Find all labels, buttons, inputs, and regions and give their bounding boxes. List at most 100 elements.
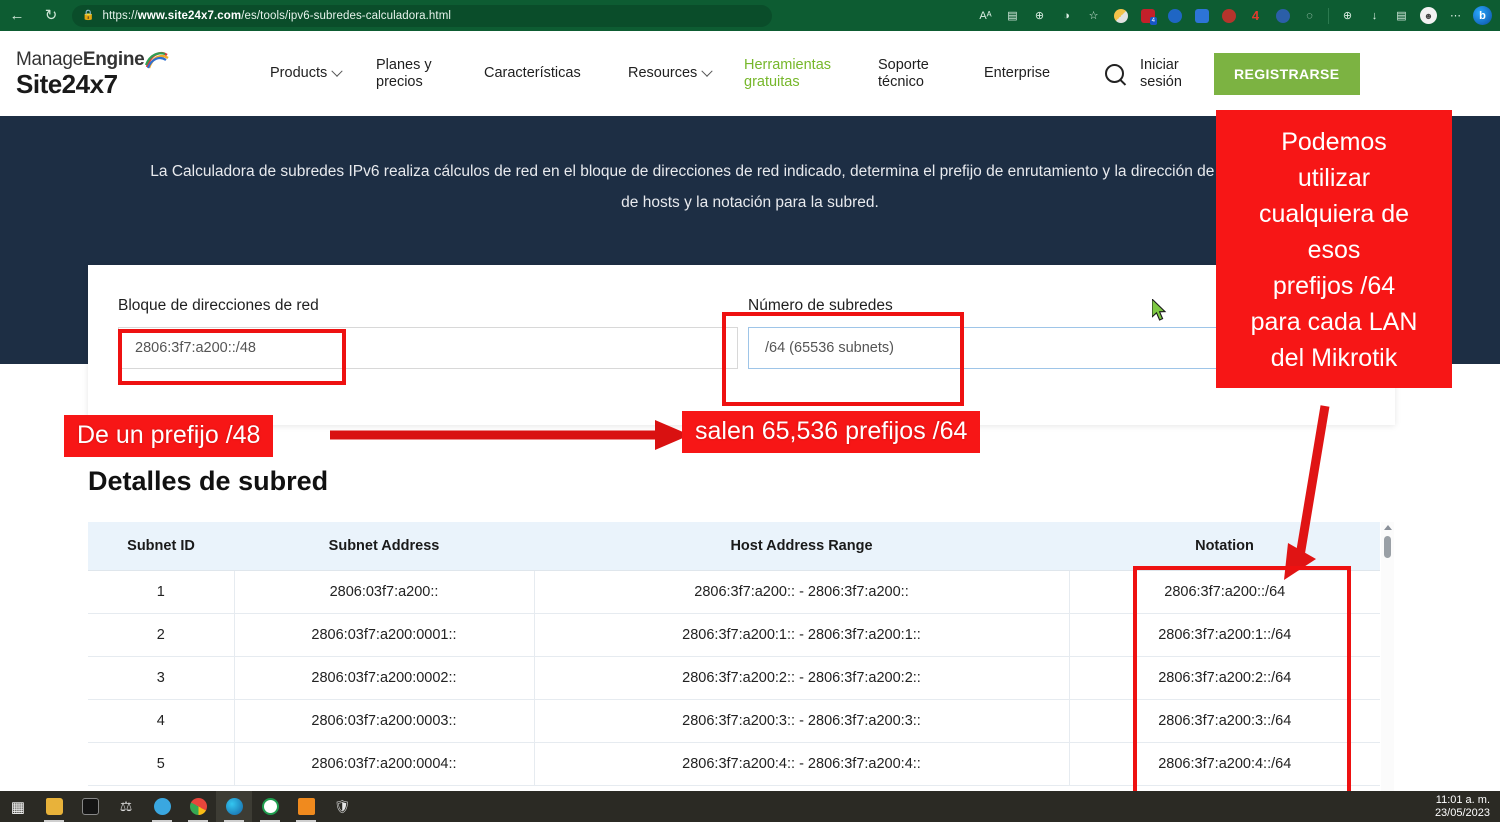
nav-label: Características: [484, 65, 581, 82]
column-header-notation[interactable]: Notation: [1069, 522, 1380, 571]
downloads-icon[interactable]: ↓: [1361, 0, 1388, 31]
search-icon: [1105, 64, 1124, 83]
cell-subnet-id: 5: [88, 743, 234, 786]
column-header-subnet-id[interactable]: Subnet ID: [88, 522, 234, 571]
site-logo[interactable]: ManageEngine Site24x7: [16, 47, 216, 100]
cell-subnet-id: 4: [88, 700, 234, 743]
terminal-icon[interactable]: [72, 791, 108, 822]
ip-extension-icon[interactable]: [1269, 0, 1296, 31]
manageengine-wordmark: ManageEngine: [16, 47, 216, 71]
edge-icon[interactable]: [216, 791, 252, 822]
winbox-icon[interactable]: ⚖: [108, 791, 144, 822]
nav-item-caracteristicas[interactable]: Características: [484, 65, 628, 82]
chevron-down-icon: [332, 65, 343, 76]
manageengine-swoosh-icon: [145, 51, 169, 69]
results-title: Detalles de subred: [88, 466, 328, 497]
nav-label: Soporte técnico: [878, 57, 929, 91]
nav-item-resources[interactable]: Resources: [628, 65, 744, 82]
nav-item-enterprise[interactable]: Enterprise: [984, 65, 1088, 82]
extension-red-icon[interactable]: [1215, 0, 1242, 31]
nav-label: Planes y precios: [376, 57, 432, 91]
site24x7-wordmark: Site24x7: [16, 69, 216, 100]
settings-more-icon[interactable]: ⋯: [1442, 0, 1469, 31]
windows-taskbar: ▦ ⚖ 🛡 11:01 a. m. 23/05/2023: [0, 791, 1500, 822]
taskbar-clock[interactable]: 11:01 a. m. 23/05/2023: [1435, 794, 1500, 820]
browser-extension-icons: Aᴬ ▤ ⊕ ◑ ☆ 4 4 ◌ ⊕ ↓ ▤ ☻ ⋯ b: [972, 0, 1500, 31]
split-screen-icon[interactable]: ⊕: [1334, 0, 1361, 31]
read-aloud-icon[interactable]: Aᴬ: [972, 0, 999, 31]
immersive-reader-icon[interactable]: ▤: [999, 0, 1026, 31]
cell-subnet-id: 3: [88, 657, 234, 700]
start-button-icon[interactable]: ▦: [0, 791, 36, 822]
toolbar-divider: [1328, 8, 1329, 24]
cell-subnet-address: 2806:03f7:a200:0002::: [234, 657, 534, 700]
zoom-icon[interactable]: ⊕: [1026, 0, 1053, 31]
hero-description: La Calculadora de subredes IPv6 realiza …: [150, 156, 1350, 218]
extension-four-icon[interactable]: 4: [1242, 0, 1269, 31]
network-block-label: Bloque de direcciones de red: [118, 297, 738, 315]
opera-icon[interactable]: [144, 791, 180, 822]
browser-toolbar: ← ↻ 🔒 https://www.site24x7.com/es/tools/…: [0, 0, 1500, 31]
reload-icon[interactable]: ↻: [34, 0, 68, 31]
cell-subnet-address: 2806:03f7:a200:0003::: [234, 700, 534, 743]
extension-outline-icon[interactable]: ◌: [1296, 0, 1323, 31]
signin-link[interactable]: Iniciar sesión: [1140, 57, 1214, 91]
annotation-label-result-64: salen 65,536 prefijos /64: [682, 411, 980, 453]
main-navigation: Products Planes y precios Característica…: [270, 53, 1360, 95]
ublock-origin-icon[interactable]: 4: [1134, 0, 1161, 31]
cell-host-address-range: 2806:3f7:a200:: - 2806:3f7:a200::: [534, 571, 1069, 614]
scrollbar-thumb[interactable]: [1384, 536, 1391, 558]
table-scrollbar[interactable]: [1381, 522, 1394, 791]
chevron-down-icon: [702, 65, 713, 76]
nav-label: Resources: [628, 65, 697, 82]
profile-icon[interactable]: ☻: [1415, 0, 1442, 31]
register-button[interactable]: REGISTRARSE: [1214, 53, 1360, 95]
security-shield-icon[interactable]: 🛡: [324, 791, 360, 822]
search-button[interactable]: [1088, 64, 1140, 83]
collections-icon[interactable]: ◑: [1053, 0, 1080, 31]
file-explorer-icon[interactable]: [36, 791, 72, 822]
column-header-host-address-range[interactable]: Host Address Range: [534, 522, 1069, 571]
table-header-row: Subnet ID Subnet Address Host Address Ra…: [88, 522, 1380, 571]
annotation-label-prefix-48: De un prefijo /48: [64, 415, 273, 457]
address-bar[interactable]: 🔒 https://www.site24x7.com/es/tools/ipv6…: [72, 5, 772, 27]
back-arrow-icon[interactable]: ←: [0, 0, 34, 31]
nav-item-planes-y-precios[interactable]: Planes y precios: [376, 57, 484, 91]
cell-subnet-address: 2806:03f7:a200:0004::: [234, 743, 534, 786]
cell-subnet-id: 2: [88, 614, 234, 657]
translate-icon[interactable]: [1188, 0, 1215, 31]
mikrotik-icon[interactable]: [288, 791, 324, 822]
annotation-box-subnet-count: [722, 312, 964, 406]
favorites-icon[interactable]: ☆: [1080, 0, 1107, 31]
annotation-box-notation-column: [1133, 566, 1351, 791]
scroll-up-arrow-icon[interactable]: [1384, 525, 1392, 530]
extension-blue-icon[interactable]: [1161, 0, 1188, 31]
nav-item-products[interactable]: Products: [270, 65, 376, 82]
teamviewer-icon[interactable]: [252, 791, 288, 822]
nav-label: Enterprise: [984, 65, 1050, 82]
signin-label: Iniciar sesión: [1140, 57, 1182, 91]
annotation-callout-mikrotik: Podemos utilizar cualquiera de esos pref…: [1216, 110, 1452, 388]
lock-icon: 🔒: [82, 10, 94, 21]
column-header-subnet-address[interactable]: Subnet Address: [234, 522, 534, 571]
nav-label: Herramientas gratuitas: [744, 57, 831, 91]
nav-item-soporte-tecnico[interactable]: Soporte técnico: [878, 57, 984, 91]
nav-item-herramientas-gratuitas[interactable]: Herramientas gratuitas: [744, 57, 878, 91]
clock-date: 23/05/2023: [1435, 807, 1490, 820]
cell-subnet-address: 2806:03f7:a200::: [234, 571, 534, 614]
chrome-icon[interactable]: [180, 791, 216, 822]
cell-host-address-range: 2806:3f7:a200:4:: - 2806:3f7:a200:4::: [534, 743, 1069, 786]
bing-copilot-icon[interactable]: b: [1469, 0, 1496, 31]
nav-label: Products: [270, 65, 327, 82]
web-page: ManageEngine Site24x7 Products Planes y …: [0, 31, 1500, 791]
cell-subnet-id: 1: [88, 571, 234, 614]
extension-shield-icon[interactable]: [1107, 0, 1134, 31]
cell-host-address-range: 2806:3f7:a200:2:: - 2806:3f7:a200:2::: [534, 657, 1069, 700]
cell-host-address-range: 2806:3f7:a200:3:: - 2806:3f7:a200:3::: [534, 700, 1069, 743]
annotation-box-network-input: [118, 329, 346, 385]
browser-essentials-icon[interactable]: ▤: [1388, 0, 1415, 31]
site-header: ManageEngine Site24x7 Products Planes y …: [0, 31, 1500, 116]
clock-time: 11:01 a. m.: [1435, 794, 1490, 807]
mouse-cursor: [1152, 299, 1168, 323]
screen: ← ↻ 🔒 https://www.site24x7.com/es/tools/…: [0, 0, 1500, 822]
